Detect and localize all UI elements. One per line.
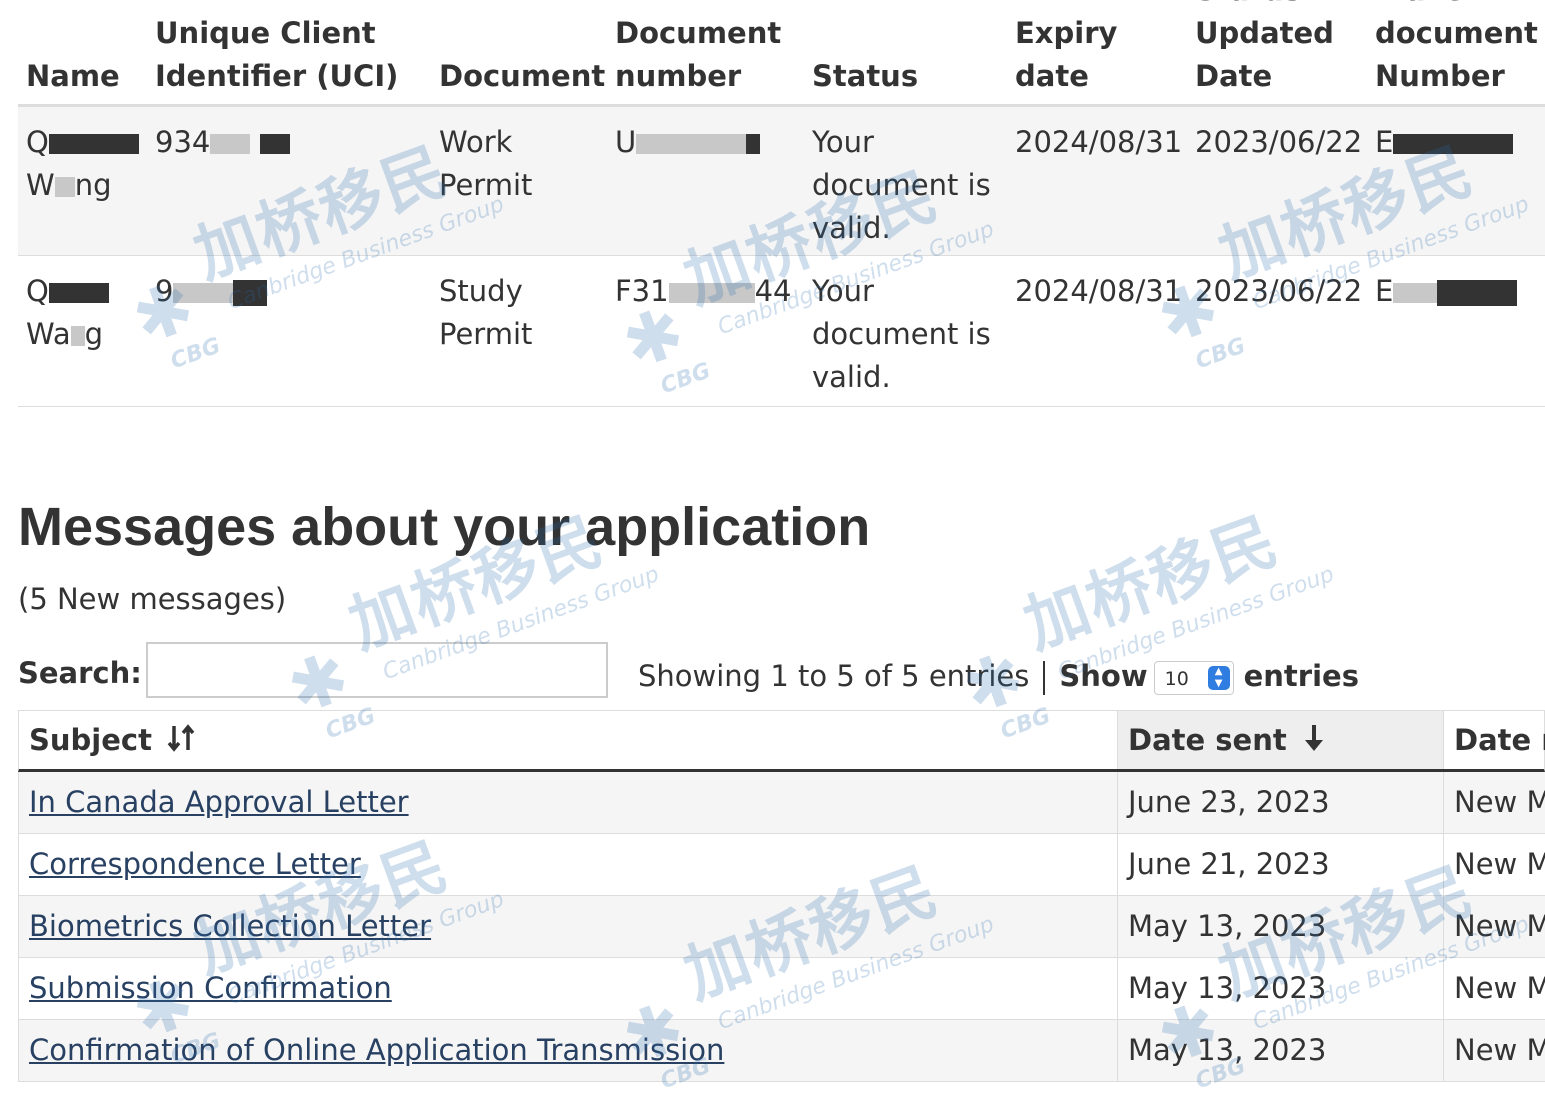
column-date-sent[interactable]: Date sent [1118, 711, 1443, 769]
show-label: Show [1059, 659, 1148, 693]
expiry-date: 2024/08/31 [1015, 274, 1183, 308]
message-row: Correspondence Letter June 21, 2023 New … [18, 834, 1545, 896]
header-status: Status [812, 59, 919, 93]
header-uci: Unique Client Identifier (UCI) [155, 16, 399, 93]
message-row: In Canada Approval Letter June 23, 2023 … [18, 772, 1545, 834]
table-info-bar: Showing 1 to 5 of 5 entries Show 10 ▲ ▼ entri… [638, 655, 1359, 697]
expiry-date: 2024/08/31 [1015, 125, 1183, 159]
client-uci: 9 [155, 270, 268, 313]
message-row: Confirmation of Online Application Trans… [18, 1020, 1545, 1082]
divider [1043, 661, 1046, 695]
document-number: F31 44 [615, 274, 792, 308]
page-length-select[interactable]: 10 ▲ ▼ [1153, 661, 1234, 695]
arrow-down-icon [1304, 725, 1323, 751]
header-document: Document [439, 59, 606, 93]
message-date-sent: June 23, 2023 [1128, 785, 1330, 819]
column-subject[interactable]: Subject [19, 711, 1117, 769]
message-subject: Submission Confirmation [19, 958, 1117, 1019]
document-type: Study Permit [439, 274, 533, 351]
header-expiry-date: Expiry date [1015, 16, 1118, 93]
message-date-read: New M [1454, 909, 1545, 943]
select-spinner-icon: ▲ ▼ [1207, 666, 1230, 690]
message-subject: Confirmation of Online Application Trans… [19, 1020, 1117, 1081]
new-messages-count: (5 New messages) [18, 582, 287, 616]
message-subject: Correspondence Letter [19, 834, 1117, 895]
message-date-read: New M [1454, 971, 1545, 1005]
header-document-number: Document number [615, 16, 782, 93]
column-date-read[interactable]: Date r [1444, 711, 1545, 769]
message-link-submission-confirmation[interactable]: Submission Confirmation [29, 971, 392, 1005]
travel-document-number: E [1375, 270, 1518, 313]
search-label: Search: [18, 656, 142, 690]
page-length-value: 10 [1164, 668, 1189, 690]
message-row: Biometrics Collection Letter May 13, 202… [18, 896, 1545, 958]
document-status: Your document is valid. [812, 125, 991, 245]
client-name: Q Wa g [26, 270, 109, 356]
message-date-sent: May 13, 2023 [1128, 909, 1327, 943]
document-row: Q Wa g 9 Study Permit F31 44 Your document… [18, 256, 1545, 407]
sort-both-icon [167, 724, 195, 752]
message-date-sent: June 21, 2023 [1128, 847, 1330, 881]
documents-table-header: Name Unique Client Identifier (UCI) Docu… [18, 0, 1545, 107]
status-updated-date: 2023/06/22 [1195, 125, 1363, 159]
search-input[interactable] [146, 642, 608, 698]
message-row: Submission Confirmation May 13, 2023 New… [18, 958, 1545, 1020]
status-updated-date: 2023/06/22 [1195, 274, 1363, 308]
message-date-sent: May 13, 2023 [1128, 971, 1327, 1005]
message-link-confirmation-of-online-application-transmission[interactable]: Confirmation of Online Application Trans… [29, 1033, 724, 1067]
entries-label: entries [1243, 659, 1359, 693]
message-link-correspondence-letter[interactable]: Correspondence Letter [29, 847, 361, 881]
message-link-biometrics-collection-letter[interactable]: Biometrics Collection Letter [29, 909, 431, 943]
messages-title: Messages about your application [18, 497, 871, 557]
message-subject: In Canada Approval Letter [19, 772, 1117, 833]
header-name: Name [26, 59, 120, 93]
document-type: Work Permit [439, 125, 533, 202]
message-link-in-canada-approval-letter[interactable]: In Canada Approval Letter [29, 785, 409, 819]
message-subject: Biometrics Collection Letter [19, 896, 1117, 957]
message-date-read: New M [1454, 847, 1545, 881]
entries-info: Showing 1 to 5 of 5 entries [638, 659, 1030, 693]
client-uci: 934 [155, 121, 290, 164]
header-travel-document-number: Travel document Number [1375, 0, 1538, 93]
message-date-read: New M [1454, 1033, 1545, 1067]
travel-document-number: E [1375, 121, 1514, 164]
document-row: Q Wng 934 Work Permit U Your document is… [18, 107, 1545, 256]
document-number: U [615, 121, 761, 164]
header-status-updated-date: Status Updated Date [1195, 0, 1334, 93]
message-date-read: New M [1454, 785, 1545, 819]
document-status: Your document is valid. [812, 274, 991, 394]
messages-table: Subject Date sent Date r In Canada Appro… [18, 710, 1545, 1082]
messages-table-header: Subject Date sent Date r [18, 710, 1545, 772]
client-name: Q Wng [26, 121, 139, 207]
message-date-sent: May 13, 2023 [1128, 1033, 1327, 1067]
documents-table: Name Unique Client Identifier (UCI) Docu… [18, 0, 1545, 407]
